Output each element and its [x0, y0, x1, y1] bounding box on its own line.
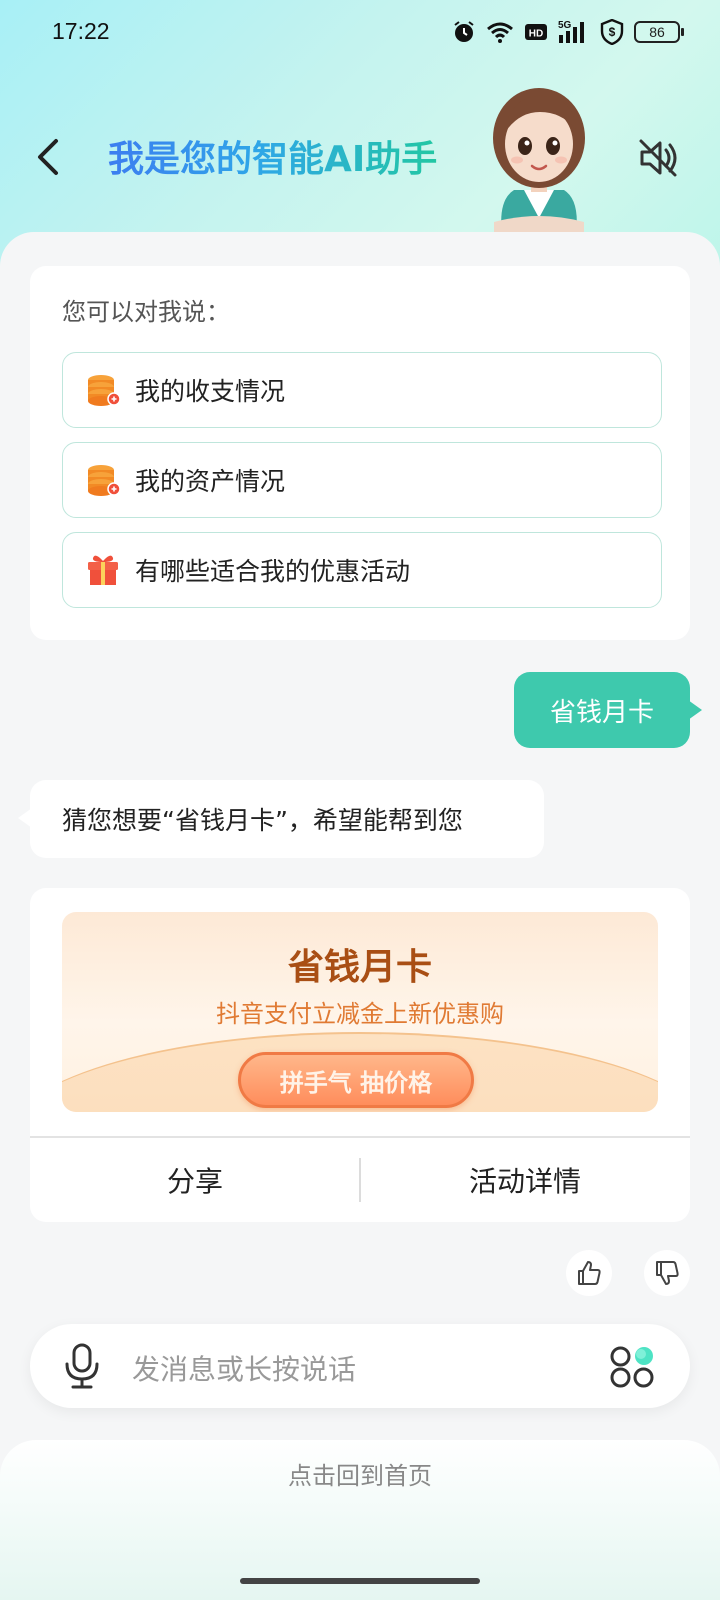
promo-draw-button[interactable]: 拼手气 抽价格 [238, 1052, 474, 1108]
dislike-button[interactable] [644, 1250, 690, 1296]
promo-title: 省钱月卡 [287, 947, 432, 988]
hd-icon: HD [525, 24, 547, 40]
suggestion-assets[interactable]: 我的资产情况 [62, 442, 662, 518]
security-shield-icon: $ [600, 19, 624, 45]
coins-stack-icon [88, 375, 121, 406]
speaker-muted-icon [639, 139, 677, 177]
thumbs-up-icon [578, 1261, 601, 1285]
message-input-placeholder[interactable]: 发消息或长按说话 [132, 1348, 356, 1388]
back-to-home-link[interactable]: 点击回到首页 [0, 1456, 720, 1491]
gift-icon [88, 555, 118, 585]
gesture-bar [240, 1578, 480, 1584]
page-title: 我是您的智能AI助手 [108, 130, 437, 182]
activity-details-button[interactable]: 活动详情 [360, 1138, 690, 1222]
promo-card: 省钱月卡 抖音支付立减金上新优惠购 拼手气 抽价格 分享 活动详情 [30, 888, 690, 1222]
thumbs-down-icon [656, 1261, 679, 1285]
alarm-icon [454, 21, 474, 42]
bot-message-bubble: 猜您想要“省钱月卡”，希望能帮到您 [18, 780, 544, 858]
suggestions-hint: 您可以对我说： [62, 298, 230, 326]
coins-stack-icon [88, 465, 121, 496]
suggestion-income-expense[interactable]: 我的收支情况 [62, 352, 662, 428]
apps-grid-icon[interactable] [608, 1342, 658, 1392]
battery-icon: 86 [634, 21, 684, 43]
svg-text:$: $ [609, 25, 616, 39]
promo-subtitle: 抖音支付立减金上新优惠购 [216, 1000, 504, 1028]
status-time: 17:22 [52, 18, 110, 44]
suggestion-label: 有哪些适合我的优惠活动 [135, 557, 411, 586]
svg-text:5G: 5G [558, 20, 572, 31]
like-button[interactable] [566, 1250, 612, 1296]
share-button[interactable]: 分享 [30, 1138, 360, 1222]
suggestions-card: 您可以对我说： 我的收支情况 我的资产情况 有哪些适合我的优惠活动 [30, 266, 690, 640]
message-input-bar[interactable]: 发消息或长按说话 [30, 1324, 690, 1408]
suggestion-label: 我的资产情况 [135, 467, 286, 496]
svg-text:HD: HD [529, 29, 543, 40]
assistant-avatar [493, 88, 585, 234]
promo-banner[interactable]: 省钱月卡 抖音支付立减金上新优惠购 拼手气 抽价格 [62, 912, 658, 1112]
status-bar: 17:22 HD 5G $ 86 [0, 0, 720, 64]
user-message-bubble: 省钱月卡 [514, 672, 702, 748]
back-button[interactable] [30, 135, 70, 179]
wifi-icon [487, 22, 513, 43]
microphone-icon[interactable] [62, 1342, 102, 1390]
chevron-left-icon [38, 139, 58, 175]
suggestion-label: 我的收支情况 [135, 377, 286, 406]
suggestion-offers[interactable]: 有哪些适合我的优惠活动 [62, 532, 662, 608]
5g-signal-icon: 5G [558, 20, 584, 43]
status-icons: HD 5G $ 86 [452, 18, 684, 46]
mute-button[interactable] [636, 136, 680, 180]
